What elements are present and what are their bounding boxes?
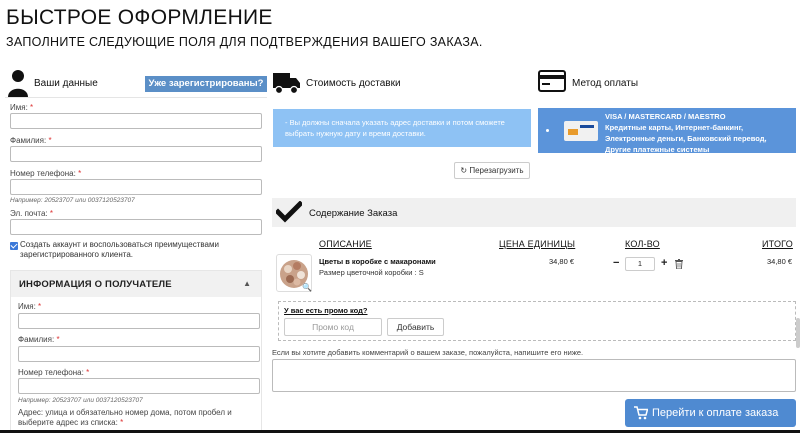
email-field[interactable] [10, 219, 262, 235]
create-account-label: Создать аккаунт и воспользоваться преиму… [20, 240, 219, 259]
scrollbar[interactable] [796, 318, 800, 348]
payment-option-card[interactable]: VISA / MASTERCARD / MAESTRO Кредитные ка… [538, 108, 796, 155]
recipient-last-name-label: Фамилия: * [18, 335, 60, 344]
reload-icon: ↻ [460, 166, 468, 175]
first-name-label: Имя: * [10, 103, 34, 112]
phone-hint: Например: 20523707 или 0037120523707 [10, 197, 135, 204]
checkmark-icon [276, 201, 302, 223]
payment-header: Метод оплаты [572, 78, 639, 89]
delivery-note: - Вы должны сначала указать адрес достав… [273, 109, 531, 147]
customer-header: Ваши данные Уже зарегистрированы? [5, 68, 267, 98]
page-title: БЫСТРОЕ ОФОРМЛЕНИЕ [6, 6, 273, 29]
product-name: Цветы в коробке с макаронами [319, 257, 436, 266]
phone-label: Номер телефона: * [10, 169, 82, 178]
product-unit-price: 34,80 € [549, 257, 575, 266]
payment-radio[interactable] [546, 129, 549, 132]
payment-option-desc: Кредитные карты, Интернет-банкинг, Элект… [605, 123, 767, 154]
quantity-input[interactable]: 1 [625, 257, 655, 271]
recipient-last-name-field[interactable] [18, 346, 260, 362]
email-label: Эл. почта: * [10, 209, 53, 218]
product-size: Размер цветочной коробки : S [319, 268, 424, 277]
col-total: ИТОГО [762, 239, 793, 249]
recipient-first-name-field[interactable] [18, 313, 260, 329]
first-name-field[interactable] [10, 113, 262, 129]
reload-label: Перезагрузить [469, 166, 524, 175]
product-total: 34,80 € [767, 257, 793, 266]
promo-section: У вас есть промо код? Промо код Добавить [278, 301, 796, 341]
chevron-up-icon[interactable]: ▲ [243, 279, 251, 288]
promo-code-input[interactable]: Промо код [284, 318, 382, 336]
page-subtitle: ЗАПОЛНИТЕ СЛЕДУЮЩИЕ ПОЛЯ ДЛЯ ПОДТВЕРЖДЕН… [6, 35, 483, 49]
promo-apply-button[interactable]: Добавить [387, 318, 444, 336]
promo-question[interactable]: У вас есть промо код? [284, 306, 368, 315]
last-name-field[interactable] [10, 146, 262, 162]
qty-plus-button[interactable]: + [661, 257, 667, 269]
col-unit-price: ЦЕНА ЕДИНИЦЫ [499, 239, 576, 249]
cart-icon [634, 406, 648, 420]
delivery-header: Стоимость доставки [306, 78, 401, 89]
recipient-first-name-label: Имя: * [18, 302, 42, 311]
payment-option-title: VISA / MASTERCARD / MAESTRO [605, 112, 726, 121]
customer-panel: Ваши данные Уже зарегистрированы? Имя: *… [5, 68, 267, 433]
comment-textarea[interactable] [272, 359, 796, 392]
phone-field[interactable] [10, 179, 262, 195]
create-account-checkbox[interactable] [10, 242, 18, 250]
checkout-button[interactable]: Перейти к оплате заказа [625, 399, 796, 427]
already-registered-button[interactable]: Уже зарегистрированы? [145, 76, 267, 92]
zoom-icon[interactable]: 🔍 [302, 283, 312, 292]
qty-minus-button[interactable]: − [613, 257, 619, 269]
truck-icon [273, 73, 300, 95]
recipient-title: ИНФОРМАЦИЯ О ПОЛУЧАТЕЛЕ [19, 279, 172, 290]
recipient-panel: ИНФОРМАЦИЯ О ПОЛУЧАТЕЛЕ ▲ Имя: * Фамилия… [10, 270, 262, 433]
checkout-label: Перейти к оплате заказа [652, 407, 779, 419]
recipient-header[interactable]: ИНФОРМАЦИЯ О ПОЛУЧАТЕЛЕ ▲ [11, 271, 261, 297]
recipient-phone-hint: Например: 20523707 или 0037120523707 [18, 397, 143, 404]
credit-card-icon [538, 70, 566, 92]
reload-button[interactable]: ↻ Перезагрузить [454, 162, 530, 179]
order-header: Содержание Заказа [272, 198, 796, 227]
payment-option-text: VISA / MASTERCARD / MAESTRO Кредитные ка… [605, 111, 787, 155]
customer-header-label: Ваши данные [34, 78, 98, 89]
comment-hint: Если вы хотите добавить комментарий о ва… [272, 348, 584, 357]
card-logo-icon [564, 121, 598, 141]
recipient-address-label: Адрес: улица и обязательно номер дома, п… [18, 408, 232, 427]
user-icon [8, 70, 28, 97]
col-description: ОПИСАНИЕ [319, 239, 372, 249]
last-name-label: Фамилия: * [10, 136, 52, 145]
order-header-label: Содержание Заказа [309, 208, 398, 219]
col-quantity: КОЛ-ВО [625, 239, 660, 249]
trash-icon[interactable] [675, 259, 683, 269]
recipient-phone-field[interactable] [18, 378, 260, 394]
recipient-phone-label: Номер телефона: * [18, 368, 90, 377]
